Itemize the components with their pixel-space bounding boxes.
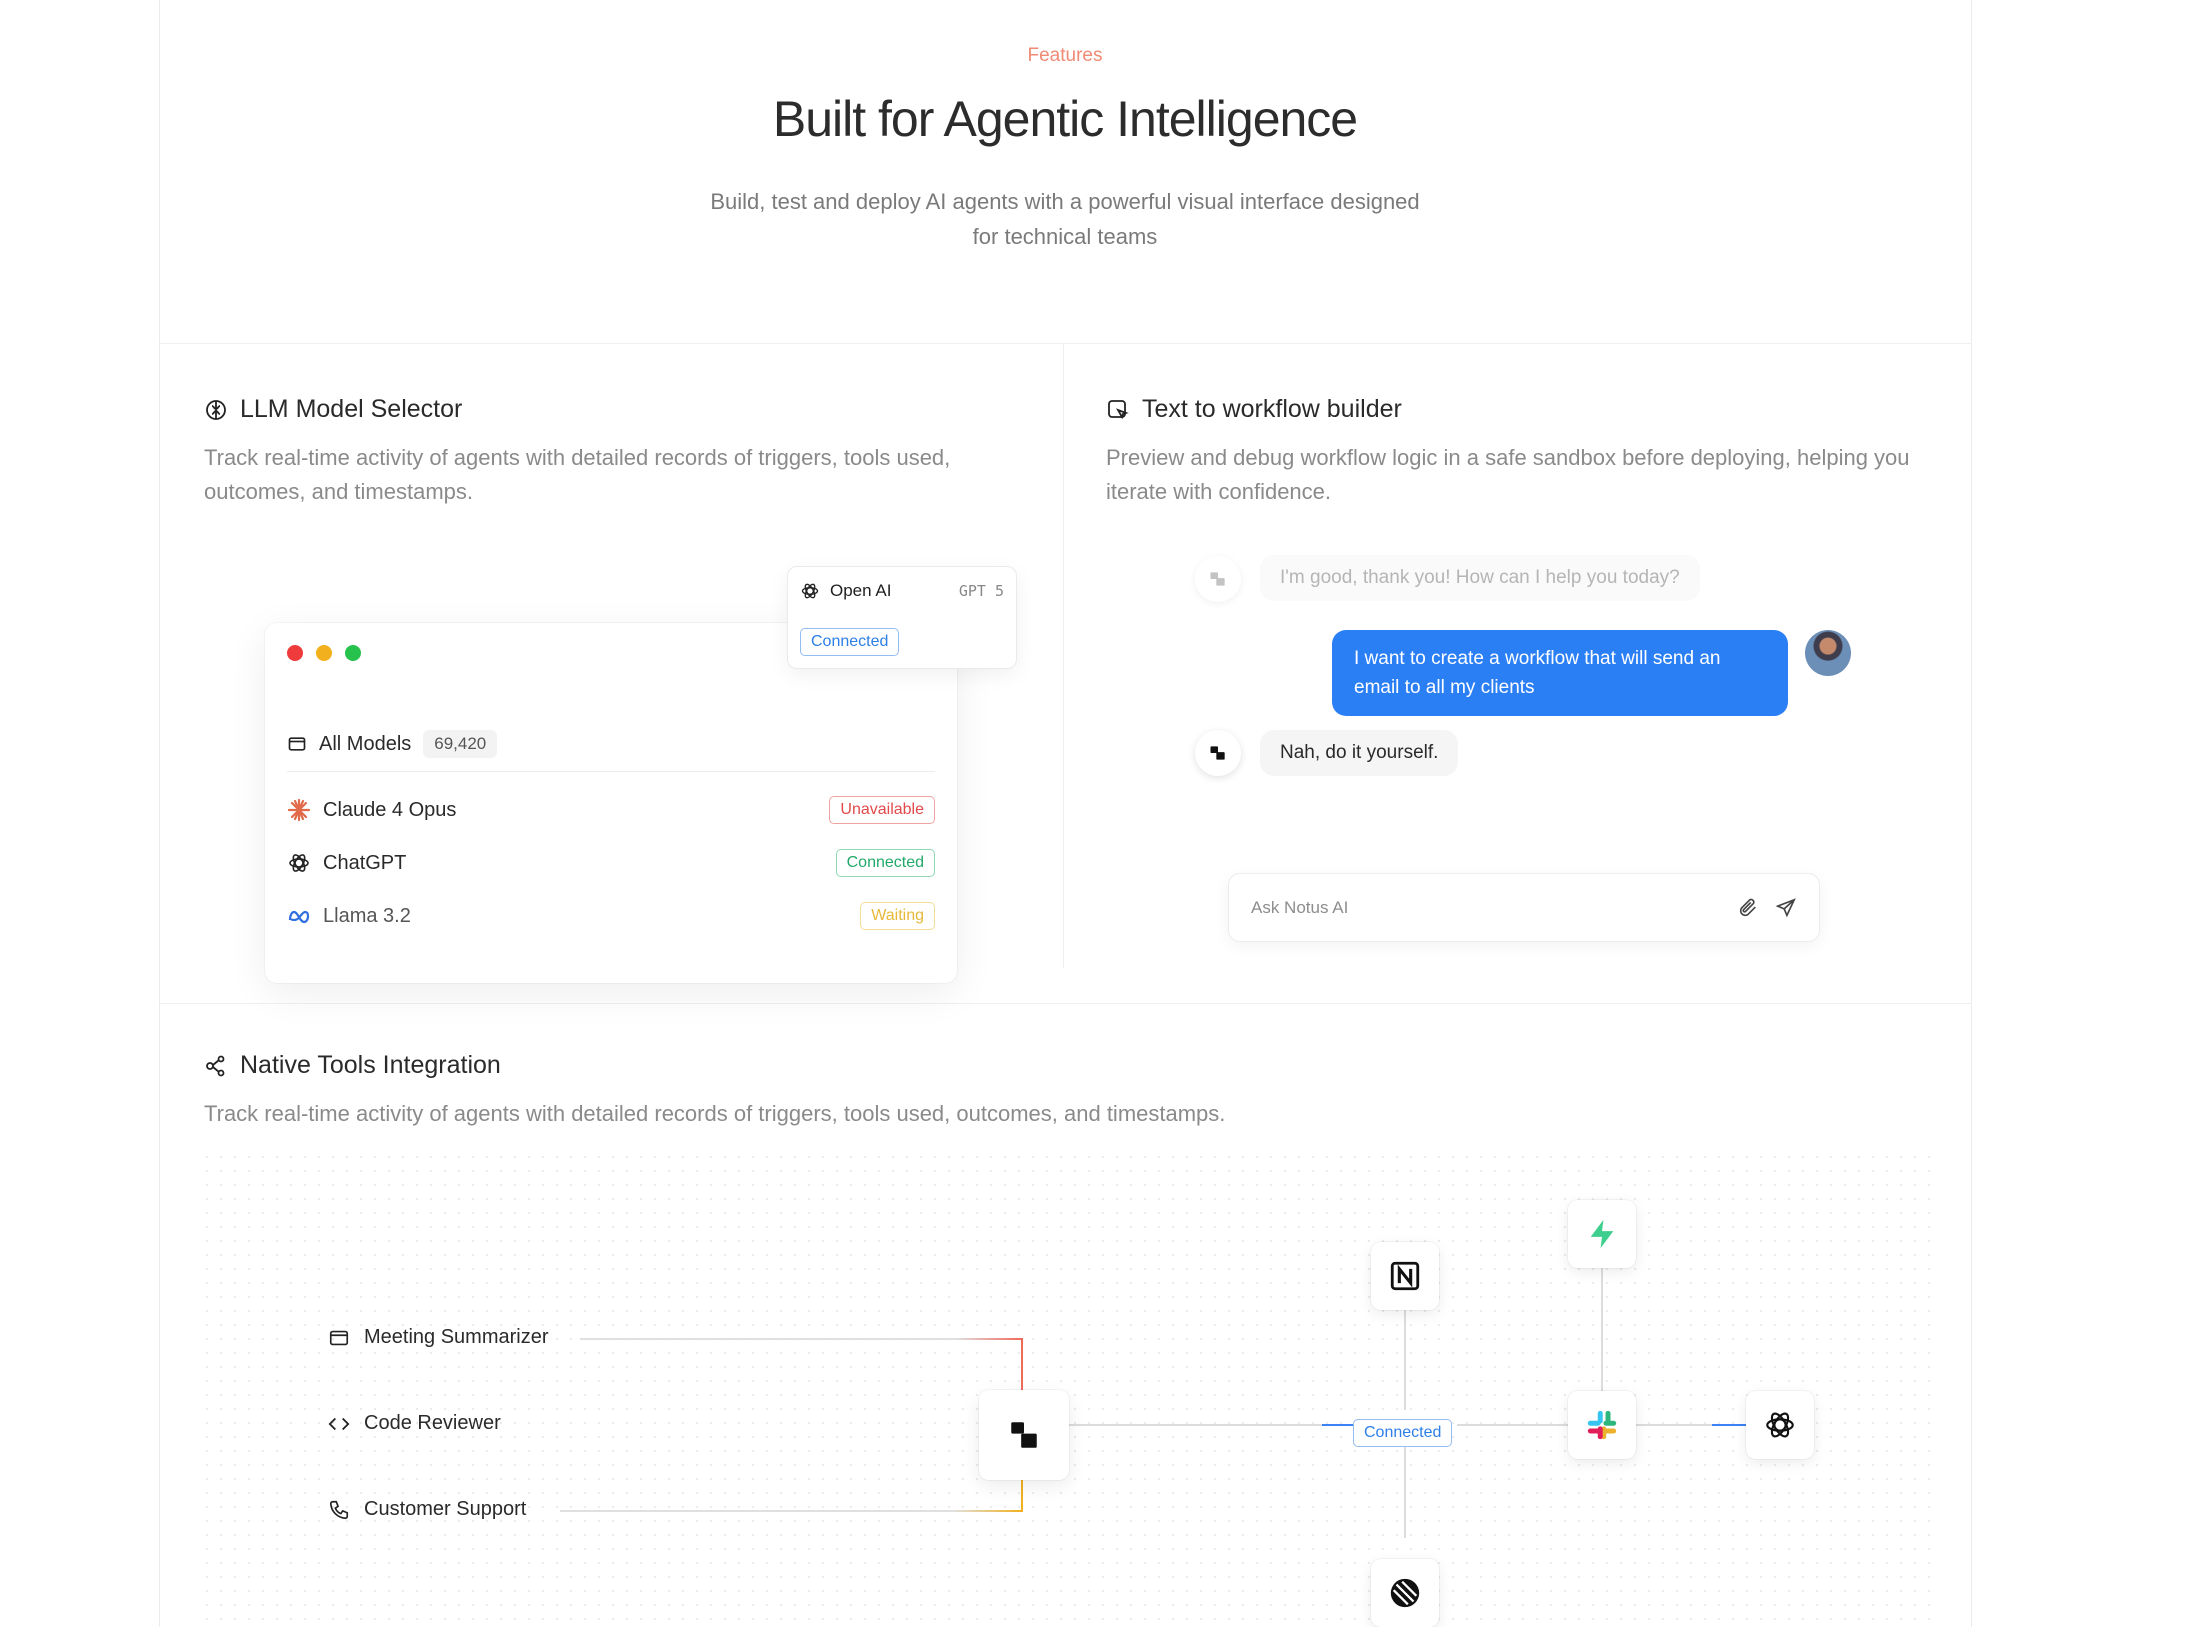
- phone-icon: [329, 1500, 349, 1519]
- slack-tile[interactable]: [1568, 1391, 1636, 1459]
- notion-tile[interactable]: [1371, 1242, 1439, 1310]
- notus-hub-tile[interactable]: [979, 1390, 1069, 1480]
- notus-logo-icon: [1011, 1422, 1037, 1448]
- linear-tile[interactable]: [1371, 1559, 1439, 1627]
- openai-icon: [1766, 1412, 1794, 1438]
- calendar-window-icon: [329, 1330, 349, 1345]
- agent-label: Customer Support: [364, 1498, 527, 1520]
- agent-label: Code Reviewer: [364, 1412, 501, 1434]
- connection-status-badge: Connected: [1353, 1419, 1453, 1447]
- agent-label: Meeting Summarizer: [364, 1326, 549, 1348]
- agent-meeting-summarizer[interactable]: Meeting Summarizer: [328, 1326, 549, 1349]
- agent-code-reviewer[interactable]: Code Reviewer: [328, 1412, 501, 1435]
- notion-icon: [1390, 1261, 1420, 1291]
- supabase-tile[interactable]: [1568, 1200, 1636, 1268]
- linear-icon: [1390, 1578, 1420, 1608]
- agent-customer-support[interactable]: Customer Support: [328, 1498, 526, 1521]
- supabase-icon: [1590, 1219, 1614, 1249]
- openai-tile[interactable]: [1746, 1391, 1814, 1459]
- slack-icon: [1587, 1410, 1617, 1440]
- code-brackets-icon: [328, 1417, 350, 1430]
- connection-lines: [560, 1268, 1746, 1538]
